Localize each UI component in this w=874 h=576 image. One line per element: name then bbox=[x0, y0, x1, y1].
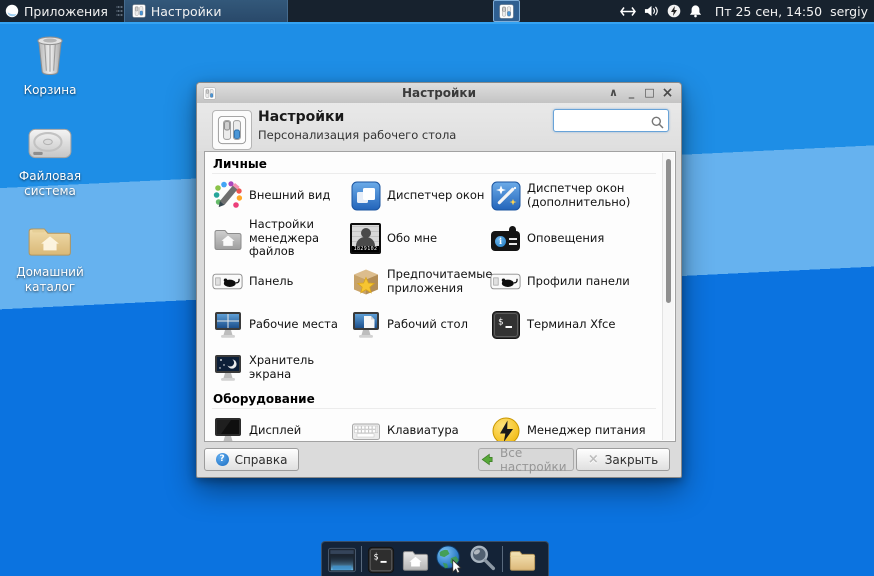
window-header: Настройки Персонализация рабочего стола bbox=[197, 103, 681, 151]
shade-button[interactable]: ∧ bbox=[606, 86, 621, 101]
web-browser-icon[interactable] bbox=[434, 544, 464, 574]
settings-manager-icon bbox=[212, 110, 252, 150]
all-settings-button[interactable]: Все настройки bbox=[478, 448, 574, 471]
folder-icon[interactable] bbox=[507, 544, 537, 574]
taskbar-window-button[interactable]: Настройки bbox=[124, 0, 288, 22]
page-subtitle: Персонализация рабочего стола bbox=[258, 128, 456, 142]
settings-item-panel[interactable]: Панель bbox=[212, 260, 350, 303]
status-icons bbox=[620, 4, 702, 18]
settings-item-workspaces[interactable]: Рабочие места bbox=[212, 303, 350, 346]
desktop-icon-label: Корзина bbox=[2, 83, 98, 98]
applications-menu-label: Приложения bbox=[24, 4, 108, 19]
svg-text:$: $ bbox=[498, 317, 503, 327]
desktop-icon-trash[interactable]: Корзина bbox=[2, 34, 98, 98]
wallpaper-highlight bbox=[0, 22, 874, 24]
about-me-icon: 1829102 bbox=[350, 223, 381, 254]
keyboard-icon bbox=[350, 415, 381, 442]
network-icon[interactable] bbox=[620, 6, 636, 17]
hardware-items-grid: Дисплей Клавиатура Менеджер питания bbox=[212, 409, 660, 442]
titlebar[interactable]: Настройки ∧ _ □ × bbox=[197, 83, 681, 104]
search-magnifier-icon bbox=[651, 114, 664, 133]
dock: $ bbox=[321, 541, 549, 576]
section-title-hardware: Оборудование bbox=[212, 389, 656, 409]
minimize-button[interactable]: _ bbox=[624, 86, 639, 101]
preferred-applications-icon bbox=[350, 266, 381, 297]
settings-item-desktop[interactable]: Рабочий стол bbox=[350, 303, 490, 346]
section-title-personal: Личные bbox=[212, 154, 656, 174]
svg-text:$: $ bbox=[374, 552, 379, 562]
power-icon[interactable] bbox=[667, 4, 681, 18]
filesystem-drive-icon bbox=[27, 147, 73, 166]
terminal-icon: $ bbox=[490, 309, 521, 340]
xubuntu-logo-icon bbox=[5, 4, 19, 18]
top-panel: Приложения Настройки bbox=[0, 0, 874, 22]
back-arrow-icon bbox=[479, 452, 494, 467]
user-menu[interactable]: sergiy bbox=[830, 4, 868, 19]
file-manager-settings-icon bbox=[212, 223, 243, 254]
dock-separator bbox=[502, 546, 503, 572]
scrollbar-track[interactable] bbox=[662, 153, 674, 440]
settings-item-appearance[interactable]: Внешний вид bbox=[212, 174, 350, 217]
titlebar-buttons: ∧ _ □ × bbox=[606, 86, 681, 101]
settings-item-panel-profiles[interactable]: Профили панели bbox=[490, 260, 660, 303]
desktop-icon-filesystem[interactable]: Файловая система bbox=[2, 126, 98, 199]
settings-item-window-manager[interactable]: Диспетчер окон bbox=[350, 174, 490, 217]
settings-window: Настройки ∧ _ □ × Настройки Персонализац… bbox=[196, 82, 682, 478]
settings-item-keyboard[interactable]: Клавиатура bbox=[350, 409, 490, 442]
trash-icon bbox=[31, 61, 69, 80]
settings-item-about-me[interactable]: 1829102 Обо мне bbox=[350, 217, 490, 260]
settings-manager-icon bbox=[132, 4, 146, 18]
close-button[interactable]: × bbox=[660, 86, 675, 101]
settings-item-display[interactable]: Дисплей bbox=[212, 409, 350, 442]
taskbar-window-label: Настройки bbox=[151, 4, 222, 19]
settings-item-window-manager-tweaks[interactable]: Диспетчер окон (дополнительно) bbox=[490, 174, 660, 217]
notifications-bell-icon[interactable] bbox=[689, 4, 702, 18]
terminal-icon[interactable]: $ bbox=[366, 544, 396, 574]
window-manager-icon bbox=[350, 180, 381, 211]
panel-profiles-icon bbox=[490, 266, 521, 297]
settings-item-terminal[interactable]: $ Терминал Xfce bbox=[490, 303, 660, 346]
desktop-icon-home[interactable]: Домашний каталог bbox=[2, 222, 98, 295]
page-title: Настройки bbox=[258, 109, 344, 125]
close-window-button[interactable]: × Закрыть bbox=[576, 448, 670, 471]
appearance-icon bbox=[212, 180, 243, 211]
settings-item-preferred-applications[interactable]: Предпочитаемые приложения bbox=[350, 260, 490, 303]
system-tray: Пт 25 сен, 14:50 sergiy bbox=[493, 0, 874, 22]
close-icon: × bbox=[588, 452, 599, 467]
volume-icon[interactable] bbox=[644, 5, 659, 17]
panel-grip bbox=[116, 4, 123, 18]
clock[interactable]: Пт 25 сен, 14:50 bbox=[715, 4, 822, 19]
file-manager-icon[interactable] bbox=[400, 544, 430, 574]
desktop-icon bbox=[350, 309, 381, 340]
show-desktop-icon[interactable] bbox=[327, 544, 357, 574]
panel-icon bbox=[212, 266, 243, 297]
settings-item-screensaver[interactable]: Хранитель экрана bbox=[212, 346, 350, 389]
notifications-icon: i bbox=[490, 223, 521, 254]
settings-manager-icon bbox=[499, 4, 514, 19]
dock-separator bbox=[361, 546, 362, 572]
screensaver-icon bbox=[212, 352, 243, 383]
power-manager-icon bbox=[490, 415, 521, 442]
scrollbar-thumb[interactable] bbox=[666, 159, 671, 303]
display-icon bbox=[212, 415, 243, 442]
home-folder-icon bbox=[26, 243, 74, 262]
settings-item-file-manager[interactable]: Настройки менеджера файлов bbox=[212, 217, 350, 260]
screen: Приложения Настройки bbox=[0, 0, 874, 576]
help-button[interactable]: ? Справка bbox=[204, 448, 299, 471]
desktop-icon-label: Домашний каталог bbox=[2, 265, 98, 295]
window-manager-tweaks-icon bbox=[490, 180, 521, 211]
search-icon[interactable] bbox=[468, 544, 498, 574]
search-box bbox=[553, 109, 669, 132]
settings-list-panel: Личные Внешний вид Диспетчер окон bbox=[204, 151, 676, 442]
tray-settings-manager-button[interactable] bbox=[493, 0, 520, 22]
settings-item-power-manager[interactable]: Менеджер питания bbox=[490, 409, 660, 442]
help-icon: ? bbox=[216, 453, 229, 466]
applications-menu-button[interactable]: Приложения bbox=[0, 0, 115, 22]
settings-item-notifications[interactable]: i Оповещения bbox=[490, 217, 660, 260]
workspaces-icon bbox=[212, 309, 243, 340]
personal-items-grid: Внешний вид Диспетчер окон Диспетчер око… bbox=[212, 174, 660, 389]
maximize-button[interactable]: □ bbox=[642, 86, 657, 101]
desktop-icon-label: Файловая система bbox=[2, 169, 98, 199]
